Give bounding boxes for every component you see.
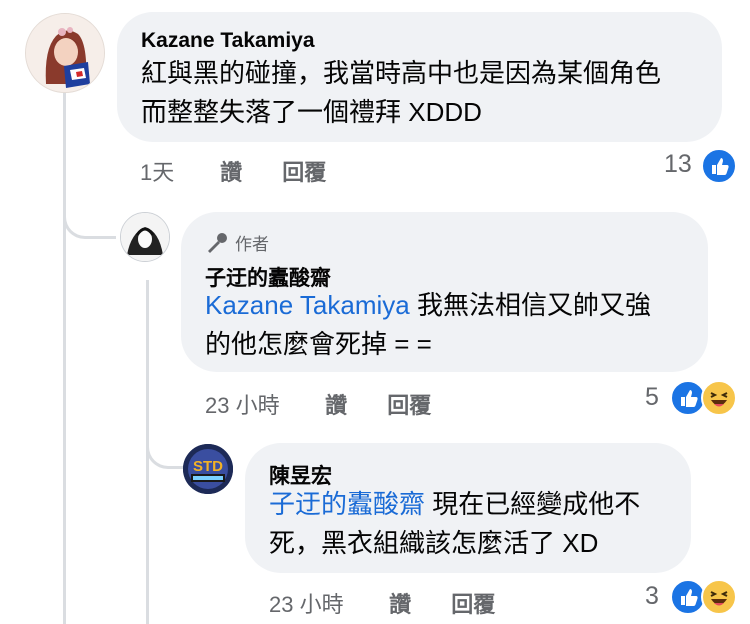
comment-actions: 1天 讚 回覆 (140, 155, 326, 187)
comment-bubble: 陳昱宏 子迂的蠹酸齋 現在已經變成他不 死，黑衣組織該怎麼活了 XD (245, 443, 691, 573)
microphone-icon (205, 232, 229, 259)
haha-reaction-icon (701, 579, 737, 615)
comment-text: 紅與黑的碰撞，我當時高中也是因為某個角色 而整整失落了一個禮拜 XDDD (141, 54, 716, 132)
author-badge-label: 作者 (235, 235, 269, 254)
thread-connector (146, 430, 183, 469)
like-reaction-icon (701, 148, 737, 184)
thread-connector (63, 200, 116, 239)
anime-girl-avatar-image (26, 14, 104, 92)
comment-text-segment: 現在已經變成他不 (425, 489, 641, 519)
comment-text: Kazane Takamiya 我無法相信又帥又強 的他怎麼會死掉 = = (205, 286, 700, 364)
avatar[interactable] (120, 212, 170, 262)
comment-author[interactable]: Kazane Takamiya (141, 29, 315, 53)
mention-link[interactable]: Kazane Takamiya (205, 290, 410, 320)
like-button[interactable]: 讚 (389, 587, 445, 619)
author-badge: 作者 (205, 230, 269, 259)
reply-button[interactable]: 回覆 (451, 587, 495, 619)
avatar[interactable]: STD (183, 444, 233, 494)
like-button[interactable]: 讚 (325, 388, 381, 420)
reaction-count[interactable]: 13 (664, 150, 692, 179)
sketch-avatar-image (121, 213, 169, 261)
comment-text: 子迂的蠹酸齋 現在已經變成他不 死，黑衣組織該怎麼活了 XD (269, 485, 689, 563)
reply-button[interactable]: 回覆 (387, 388, 431, 420)
comment-text-line: 子迂的蠹酸齋 現在已經變成他不 (269, 485, 689, 524)
comment-text-line: 死，黑衣組織該怎麼活了 XD (269, 528, 599, 558)
comment-text-segment: 我無法相信又帥又強 (409, 290, 651, 320)
timestamp[interactable]: 1天 (140, 155, 214, 187)
comment-text-line: Kazane Takamiya 我無法相信又帥又強 (205, 286, 700, 325)
timestamp[interactable]: 23 小時 (205, 388, 319, 420)
svg-text:STD: STD (193, 458, 223, 475)
thread-line (63, 92, 66, 624)
comment-bubble: 作者 子迂的蠹酸齋 Kazane Takamiya 我無法相信又帥又強 的他怎麼… (181, 212, 708, 372)
haha-reaction-icon (701, 380, 737, 416)
comment-actions: 23 小時 讚 回覆 (205, 388, 431, 420)
timestamp[interactable]: 23 小時 (269, 587, 383, 619)
avatar[interactable] (25, 13, 105, 93)
comment-text-line: 而整整失落了一個禮拜 XDDD (141, 97, 482, 127)
reaction-count[interactable]: 3 (645, 582, 659, 611)
comment-text-line: 紅與黑的碰撞，我當時高中也是因為某個角色 (141, 58, 662, 88)
reply-button[interactable]: 回覆 (282, 155, 326, 187)
like-button[interactable]: 讚 (220, 155, 276, 187)
mention-link[interactable]: 子迂的蠹酸齋 (269, 489, 425, 519)
reaction-count[interactable]: 5 (645, 383, 659, 412)
comment-bubble: Kazane Takamiya 紅與黑的碰撞，我當時高中也是因為某個角色 而整整… (117, 12, 722, 142)
comment-actions: 23 小時 讚 回覆 (269, 587, 495, 619)
comment-text-line: 的他怎麼會死掉 = = (205, 329, 432, 359)
game-logo-avatar-image: STD (183, 444, 233, 494)
